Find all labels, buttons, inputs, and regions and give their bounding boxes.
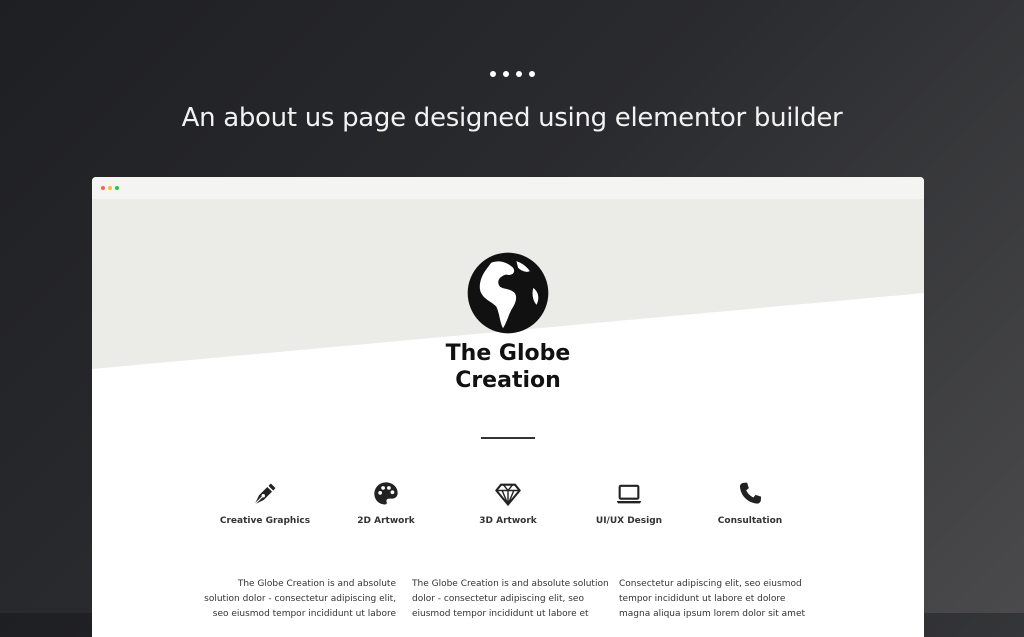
- about-text-line: The Globe Creation is and absolute solut…: [412, 579, 609, 589]
- browser-titlebar: [92, 177, 924, 199]
- about-text-line: tempor incididunt ut labore et dolore: [619, 594, 786, 604]
- about-column-1: The Globe Creation is and absolute solut…: [92, 577, 396, 622]
- service-label: Consultation: [717, 516, 783, 526]
- about-column-3: Consectetur adipiscing elit, seo eiusmod…: [619, 577, 819, 622]
- about-text-line: Consectetur adipiscing elit, seo eiusmod: [619, 579, 802, 589]
- browser-window: The Globe Creation Creative Graphics 2D …: [92, 177, 924, 637]
- brand-line-2: Creation: [455, 368, 561, 393]
- divider: [481, 437, 535, 439]
- dot: [528, 71, 535, 77]
- brand-name: The Globe Creation: [408, 340, 608, 394]
- phone-icon: [739, 482, 762, 504]
- service-label: 3D Artwork: [479, 516, 537, 526]
- about-column-2: The Globe Creation is and absolute solut…: [412, 577, 612, 622]
- pagination-dots: [0, 71, 1024, 77]
- laptop-icon: [616, 484, 642, 504]
- service-ui-ux-design[interactable]: UI/UX Design: [569, 480, 689, 526]
- palette-icon: [374, 482, 398, 505]
- service-label: 2D Artwork: [357, 516, 415, 526]
- service-label: UI/UX Design: [595, 516, 663, 526]
- service-consultation[interactable]: Consultation: [690, 480, 810, 526]
- dot: [502, 71, 509, 77]
- dot: [515, 71, 522, 77]
- about-text-line: eiusmod tempor incididunt ut labore et: [412, 609, 589, 619]
- about-text-line: solution dolor - consectetur adipiscing …: [204, 594, 396, 604]
- service-2d-artwork[interactable]: 2D Artwork: [326, 480, 446, 526]
- pen-nib-icon: [254, 483, 276, 505]
- dot: [489, 71, 496, 77]
- about-text-line: seo eiusmod tempor incididunt ut labore: [212, 609, 396, 619]
- brand-line-1: The Globe: [445, 341, 571, 366]
- globe-logo-icon: [467, 252, 549, 334]
- about-text-line: The Globe Creation is and absolute: [237, 579, 396, 589]
- headline: An about us page designed using elemento…: [181, 103, 843, 133]
- window-controls: [101, 186, 119, 190]
- maximize-window-button[interactable]: [115, 186, 119, 190]
- minimize-window-button[interactable]: [108, 186, 112, 190]
- about-text-line: dolor - consectetur adipiscing elit, seo: [412, 594, 584, 604]
- service-3d-artwork[interactable]: 3D Artwork: [448, 480, 568, 526]
- service-creative-graphics[interactable]: Creative Graphics: [205, 480, 325, 526]
- service-label: Creative Graphics: [219, 516, 311, 526]
- about-text-line: magna aliqua ipsum lorem dolor sit amet: [619, 609, 806, 619]
- diamond-icon: [495, 483, 521, 507]
- close-window-button[interactable]: [101, 186, 105, 190]
